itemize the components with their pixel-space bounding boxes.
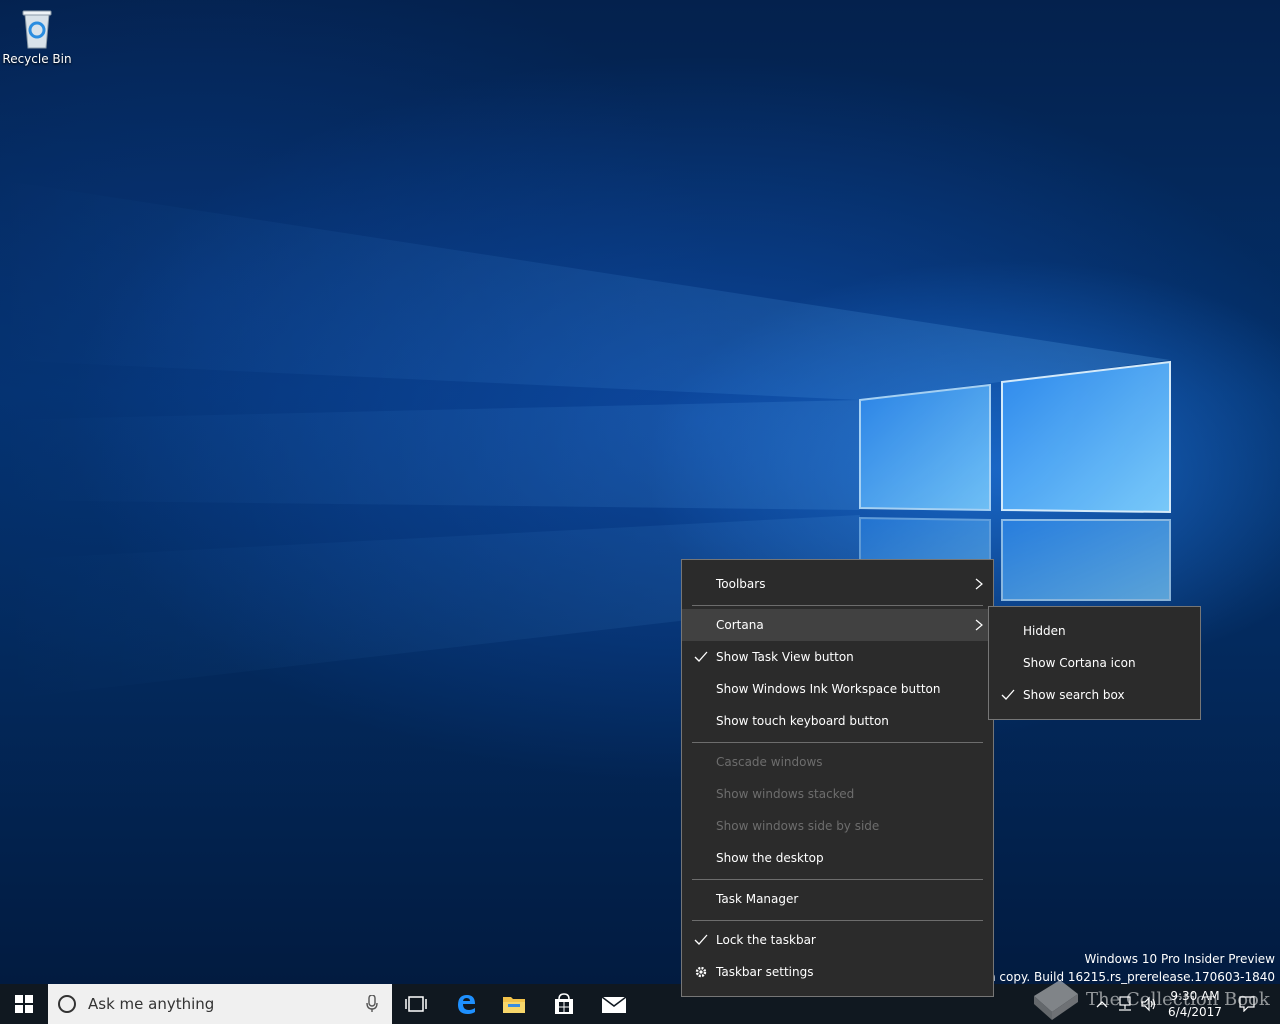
menu-item-windows-stacked: Show windows stacked xyxy=(682,778,993,810)
windows-logo-icon xyxy=(15,995,33,1013)
microphone-icon[interactable] xyxy=(366,995,378,1013)
checkmark-icon xyxy=(694,651,708,662)
taskbar[interactable]: Ask me anything 9:30 AM 6/4/2017 xyxy=(0,984,1280,1024)
submenu-item-hidden[interactable]: Hidden xyxy=(989,615,1200,647)
search-placeholder: Ask me anything xyxy=(88,995,215,1013)
menu-item-taskbar-settings[interactable]: Taskbar settings xyxy=(682,956,993,988)
menu-item-task-manager[interactable]: Task Manager xyxy=(682,883,993,915)
gear-icon xyxy=(695,966,707,978)
mail-icon xyxy=(601,996,627,1013)
menu-item-label: Show the desktop xyxy=(716,851,824,865)
volume-tray-button[interactable] xyxy=(1138,984,1160,1024)
menu-item-label: Show Task View button xyxy=(716,650,854,664)
submenu-item-show-search-box[interactable]: Show search box xyxy=(989,679,1200,711)
menu-item-label: Taskbar settings xyxy=(716,965,814,979)
menu-item-label: Cascade windows xyxy=(716,755,823,769)
menu-separator xyxy=(692,605,983,606)
start-button[interactable] xyxy=(0,984,48,1024)
desktop-icon-recycle-bin[interactable]: Recycle Bin xyxy=(2,6,72,66)
search-box[interactable]: Ask me anything xyxy=(48,984,392,1024)
file-explorer-icon xyxy=(503,997,525,1013)
show-hidden-icons-button[interactable] xyxy=(1092,984,1112,1024)
menu-item-label: Show windows stacked xyxy=(716,787,855,801)
chevron-right-icon xyxy=(975,578,983,590)
checkmark-icon xyxy=(694,934,708,945)
network-tray-button[interactable] xyxy=(1114,984,1136,1024)
submenu-item-show-cortana-icon[interactable]: Show Cortana icon xyxy=(989,647,1200,679)
store-taskbar-button[interactable] xyxy=(540,984,588,1024)
clock-time: 9:30 AM xyxy=(1170,989,1220,1003)
menu-item-label: Show search box xyxy=(1023,688,1125,702)
recycle-bin-icon xyxy=(15,6,59,50)
action-center-button[interactable] xyxy=(1236,984,1258,1024)
desktop-icon-label: Recycle Bin xyxy=(2,52,72,66)
menu-item-lock-taskbar[interactable]: Lock the taskbar xyxy=(682,924,993,956)
menu-item-label: Task Manager xyxy=(716,892,799,906)
menu-separator xyxy=(692,920,983,921)
edge-taskbar-button[interactable] xyxy=(442,984,490,1024)
mail-taskbar-button[interactable] xyxy=(590,984,638,1024)
cortana-submenu[interactable]: Hidden Show Cortana icon Show search box xyxy=(988,606,1201,720)
task-view-icon xyxy=(405,996,427,1012)
menu-item-windows-side-by-side: Show windows side by side xyxy=(682,810,993,842)
menu-item-label: Show touch keyboard button xyxy=(716,714,889,728)
menu-item-label: Show Windows Ink Workspace button xyxy=(716,682,941,696)
notification-icon xyxy=(1239,996,1255,1012)
clock-date: 6/4/2017 xyxy=(1168,1005,1222,1019)
menu-item-show-task-view[interactable]: Show Task View button xyxy=(682,641,993,673)
task-view-button[interactable] xyxy=(392,984,440,1024)
taskbar-context-menu[interactable]: Toolbars Cortana Show Task View button S… xyxy=(681,559,994,997)
chevron-right-icon xyxy=(975,619,983,631)
menu-item-cortana[interactable]: Cortana xyxy=(682,609,993,641)
file-explorer-taskbar-button[interactable] xyxy=(490,984,538,1024)
speaker-icon xyxy=(1141,996,1156,1012)
menu-item-toolbars[interactable]: Toolbars xyxy=(682,568,993,600)
menu-item-show-touch-keyboard[interactable]: Show touch keyboard button xyxy=(682,705,993,737)
cortana-icon xyxy=(58,995,76,1013)
network-icon xyxy=(1119,996,1131,1011)
chevron-up-icon xyxy=(1096,1001,1108,1008)
taskbar-clock[interactable]: 9:30 AM 6/4/2017 xyxy=(1160,988,1230,1020)
menu-item-label: Toolbars xyxy=(716,577,766,591)
menu-item-label: Cortana xyxy=(716,618,764,632)
menu-item-cascade-windows: Cascade windows xyxy=(682,746,993,778)
menu-item-label: Lock the taskbar xyxy=(716,933,816,947)
menu-separator xyxy=(692,742,983,743)
menu-item-show-desktop[interactable]: Show the desktop xyxy=(682,842,993,874)
menu-item-label: Show Cortana icon xyxy=(1023,656,1136,670)
desktop-wallpaper xyxy=(0,0,1280,984)
checkmark-icon xyxy=(1001,689,1015,700)
menu-separator xyxy=(692,879,983,880)
edge-icon xyxy=(458,995,475,1014)
menu-item-label: Hidden xyxy=(1023,624,1066,638)
menu-item-show-ink-workspace[interactable]: Show Windows Ink Workspace button xyxy=(682,673,993,705)
store-icon xyxy=(555,993,573,1014)
menu-item-label: Show windows side by side xyxy=(716,819,880,833)
